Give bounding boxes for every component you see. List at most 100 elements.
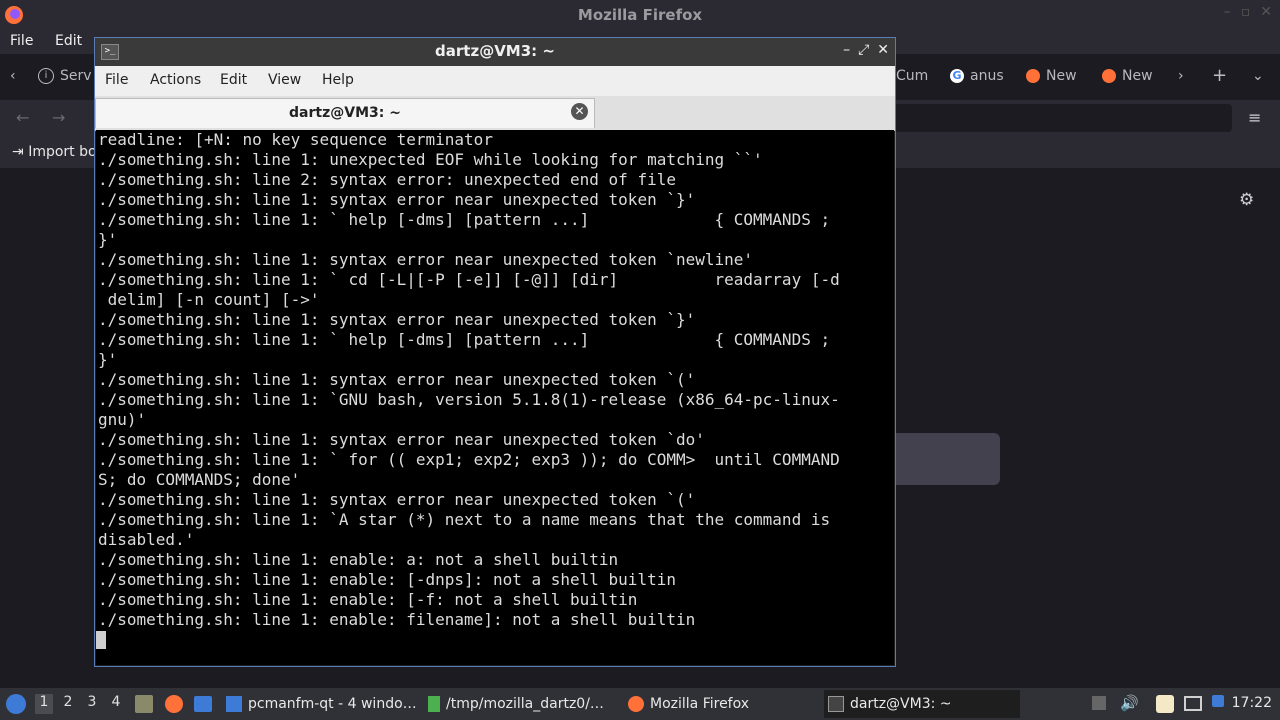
task-archive[interactable]: /tmp/mozilla_dartz0/…	[424, 690, 620, 718]
firefox-titlebar: Mozilla Firefox – ▫ ✕	[0, 0, 1280, 30]
terminal-line: ./something.sh: line 1: syntax error nea…	[98, 190, 696, 209]
terminal-line: ./something.sh: line 1: syntax error nea…	[98, 310, 696, 329]
tab-label: Cum	[896, 68, 929, 84]
tray-up-arrow-icon[interactable]	[1092, 696, 1106, 710]
terminal-line: ./something.sh: line 1: ` cd [-L|[-P [-e…	[98, 270, 840, 289]
terminal-line: }'	[98, 350, 118, 369]
show-desktop-icon[interactable]	[194, 696, 212, 712]
terminal-line: ./something.sh: line 2: syntax error: un…	[98, 170, 676, 189]
tab-item[interactable]: New	[1102, 68, 1153, 84]
terminal-menubar: File Actions Edit View Help	[95, 66, 895, 96]
terminal-tab-label: dartz@VM3: ~	[289, 105, 401, 121]
clock[interactable]: 17:22	[1232, 695, 1272, 711]
terminal-line: ./something.sh: line 1: syntax error nea…	[98, 430, 705, 449]
terminal-icon	[828, 696, 844, 712]
import-bookmarks-label: Import bo	[28, 144, 97, 160]
desktop-4[interactable]: 4	[107, 694, 125, 714]
tab-item[interactable]: New	[1026, 68, 1077, 84]
terminal-cursor	[96, 631, 106, 649]
tab-label: anus	[970, 68, 1004, 84]
firefox-icon	[628, 696, 644, 712]
firefox-window-controls: – ▫ ✕	[1224, 4, 1272, 20]
menu-file[interactable]: File	[105, 72, 128, 88]
terminal-line: ./something.sh: line 1: ` help [-dms] [p…	[98, 210, 831, 229]
tab-scroll-left-icon[interactable]: ‹	[10, 68, 16, 84]
url-bar[interactable]	[880, 104, 1232, 132]
firefox-window-title: Mozilla Firefox	[577, 6, 703, 24]
terminal-line: ./something.sh: line 1: enable: [-f: not…	[98, 590, 638, 609]
back-arrow-icon[interactable]: ←	[16, 108, 29, 127]
terminal-output[interactable]: readline: [+N: no key sequence terminato…	[96, 130, 894, 665]
menu-file[interactable]: File	[10, 33, 33, 49]
terminal-line: ./something.sh: line 1: enable: filename…	[98, 610, 696, 629]
firefox-icon	[1102, 69, 1116, 83]
archive-icon	[428, 696, 440, 712]
update-notifier-icon[interactable]	[1212, 695, 1224, 707]
tab-label: New	[1046, 68, 1077, 84]
task-label: dartz@VM3: ~	[850, 696, 952, 712]
file-manager-launcher-icon[interactable]	[135, 695, 153, 713]
task-label: Mozilla Firefox	[650, 696, 750, 712]
maximize-icon[interactable]: ⤢	[858, 42, 869, 58]
terminal-tabbar: dartz@VM3: ~ ✕	[95, 96, 895, 131]
terminal-line: gnu)'	[98, 410, 147, 429]
tab-label: Serv	[60, 68, 92, 84]
menu-help[interactable]: Help	[322, 72, 354, 88]
desktop-3[interactable]: 3	[83, 694, 101, 714]
terminal-line: readline: [+N: no key sequence terminato…	[98, 130, 493, 149]
maximize-icon[interactable]: ▫	[1241, 4, 1251, 20]
terminal-line: ./something.sh: line 1: enable: a: not a…	[98, 550, 619, 569]
terminal-line: ./something.sh: line 1: ` for (( exp1; e…	[98, 450, 840, 469]
new-tab-icon[interactable]: +	[1212, 65, 1227, 86]
terminal-line: delim] [-n count] [->'	[98, 290, 320, 309]
tab-close-icon[interactable]: ✕	[571, 103, 588, 120]
terminal-window-title: dartz@VM3: ~	[435, 42, 555, 60]
desktop-1[interactable]: 1	[35, 694, 53, 714]
google-icon: G	[950, 69, 964, 83]
menu-actions[interactable]: Actions	[150, 72, 201, 88]
task-firefox[interactable]: Mozilla Firefox	[624, 690, 820, 718]
tab-item[interactable]: Cum	[896, 68, 928, 84]
terminal-line: }'	[98, 230, 118, 249]
terminal-line: ./something.sh: line 1: enable: [-dnps]:…	[98, 570, 676, 589]
terminal-tab[interactable]: dartz@VM3: ~ ✕	[95, 98, 595, 128]
volume-icon[interactable]: 🔊	[1120, 694, 1139, 712]
firefox-icon	[1026, 69, 1040, 83]
tab-item[interactable]: G anus	[950, 68, 1004, 84]
terminal-text: readline: [+N: no key sequence terminato…	[96, 130, 894, 630]
terminal-line: ./something.sh: line 1: unexpected EOF w…	[98, 150, 763, 169]
hamburger-menu-icon[interactable]: ≡	[1248, 108, 1261, 127]
terminal-line: S; do COMMANDS; done'	[98, 470, 301, 489]
firefox-launcher-icon[interactable]	[165, 695, 183, 713]
task-terminal[interactable]: dartz@VM3: ~	[824, 690, 1020, 718]
firefox-content-card[interactable]	[880, 433, 1000, 485]
clipboard-icon[interactable]	[1156, 695, 1174, 713]
desktop-2[interactable]: 2	[59, 694, 77, 714]
network-icon[interactable]	[1184, 696, 1202, 711]
close-icon[interactable]: ✕	[877, 42, 889, 58]
menu-edit[interactable]: Edit	[55, 33, 82, 49]
minimize-icon[interactable]: –	[1224, 4, 1231, 20]
menu-view[interactable]: View	[268, 72, 301, 88]
terminal-line: ./something.sh: line 1: syntax error nea…	[98, 250, 754, 269]
tab-label: New	[1122, 68, 1153, 84]
tab-list-chevron-down-icon[interactable]: ⌄	[1252, 68, 1264, 84]
close-icon[interactable]: ✕	[1260, 4, 1272, 20]
terminal-line: ./something.sh: line 1: syntax error nea…	[98, 370, 696, 389]
tab-item[interactable]: i Serv	[38, 68, 92, 84]
import-bookmarks-button[interactable]: ⇥ Import bo	[12, 144, 97, 160]
terminal-window: >_ dartz@VM3: ~ – ⤢ ✕ File Actions Edit …	[94, 37, 896, 667]
start-menu-icon[interactable]	[6, 694, 26, 714]
terminal-titlebar[interactable]: >_ dartz@VM3: ~ – ⤢ ✕	[95, 38, 895, 66]
taskbar: 1 2 3 4 pcmanfm-qt - 4 windo… /tmp/mozil…	[0, 688, 1280, 720]
task-pcmanfm[interactable]: pcmanfm-qt - 4 windo…	[222, 690, 418, 718]
terminal-line: disabled.'	[98, 530, 195, 549]
tab-scroll-right-icon[interactable]: ›	[1178, 68, 1184, 84]
task-label: pcmanfm-qt - 4 windo…	[248, 696, 417, 712]
minimize-icon[interactable]: –	[843, 42, 850, 58]
forward-arrow-icon[interactable]: →	[52, 108, 65, 127]
menu-edit[interactable]: Edit	[220, 72, 247, 88]
import-icon: ⇥	[12, 144, 24, 160]
gear-icon[interactable]: ⚙	[1239, 190, 1254, 210]
terminal-line: ./something.sh: line 1: `A star (*) next…	[98, 510, 831, 529]
